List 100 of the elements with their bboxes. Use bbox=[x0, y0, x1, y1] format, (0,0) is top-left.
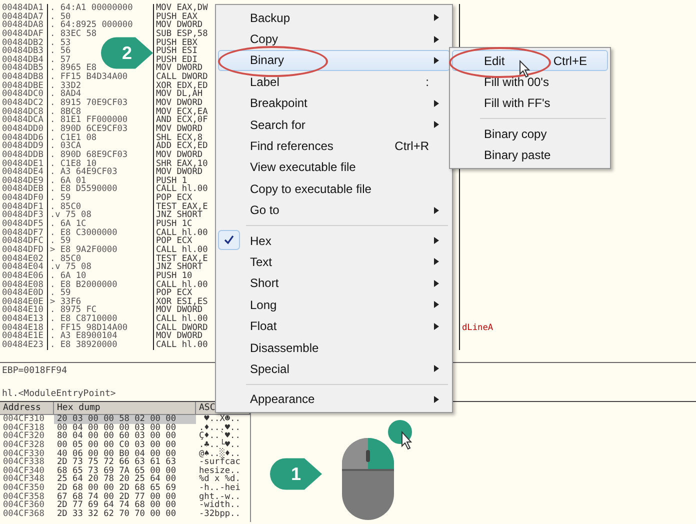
hex-cell: . 8BC8 bbox=[48, 108, 154, 116]
hex-cell-text: 2D 77 69 64 74 68 00 00 bbox=[56, 501, 177, 510]
address-cell: 00484E1E bbox=[0, 332, 48, 341]
hex-cell: . 6A 10 bbox=[48, 272, 154, 281]
submenu-arrow-icon bbox=[434, 121, 439, 128]
hex-cell: . 8AD4 bbox=[48, 90, 154, 100]
hex-cell: . 59 bbox=[48, 237, 154, 246]
address-cell-text: 004CF310 bbox=[2, 415, 46, 424]
address-cell-text: 004CF318 bbox=[2, 424, 46, 432]
address-cell-text: 004CF350 bbox=[2, 484, 46, 493]
address-cell: 00484DB4 bbox=[0, 56, 48, 64]
address-cell-text: 004CF328 bbox=[2, 440, 46, 450]
hex-cell: . 8915 70E9CF03 bbox=[48, 99, 154, 108]
submenu-arrow-icon bbox=[434, 396, 439, 403]
address-cell-text: 004CF338 bbox=[2, 458, 46, 467]
address-cell: 00484DFD bbox=[0, 246, 48, 255]
hex-cell-text: 2D 73 75 72 66 63 61 63 bbox=[56, 458, 177, 467]
address-cell: 00484E18 bbox=[0, 324, 48, 332]
hex-cell: > 33F6 bbox=[48, 298, 154, 306]
ascii-cell-text: -width.. bbox=[198, 501, 242, 510]
address-cell: 00484DE4 bbox=[0, 168, 48, 177]
location-text: hl.<ModuleEntryPoint> bbox=[2, 389, 116, 399]
hex-cell-text: 00 05 00 00 C0 03 00 00 bbox=[56, 440, 177, 450]
ascii-cell-text: @♠..░♦.. bbox=[198, 450, 242, 458]
address-cell: 00484DA7 bbox=[0, 12, 48, 22]
hex-cell: . C1E8 10 bbox=[48, 160, 154, 168]
hex-cell: . FF15 98D14A00 bbox=[48, 324, 154, 332]
hex-cell-text: 2D 68 00 00 2D 68 65 69 bbox=[56, 484, 177, 493]
menu-item[interactable]: Special bbox=[218, 358, 450, 380]
column-header[interactable]: Hex dump bbox=[54, 402, 196, 414]
address-cell: 00484DA8 bbox=[0, 21, 48, 30]
column-header[interactable]: Address bbox=[0, 402, 54, 414]
submenu-arrow-icon bbox=[434, 365, 439, 372]
ascii-cell-text: .♦...♥.. bbox=[198, 424, 242, 432]
ascii-cell-text: %d x %d. bbox=[198, 475, 242, 484]
ascii-cell-text: hesize.. bbox=[198, 466, 242, 476]
submenu-arrow-icon bbox=[434, 206, 439, 214]
hex-cell-text: 2D 33 32 62 70 70 00 00 bbox=[56, 510, 177, 519]
address-cell: 00484DFC bbox=[0, 237, 48, 246]
hex-cell: . 85C0 bbox=[48, 254, 154, 264]
address-cell: 00484DD0 bbox=[0, 124, 48, 134]
step-callout: 2 bbox=[101, 37, 153, 69]
address-cell: 00484DC8 bbox=[0, 108, 48, 116]
address-cell: 00484E10 bbox=[0, 306, 48, 316]
hex-cell-text: 68 65 73 69 7A 65 00 00 bbox=[56, 466, 177, 476]
ascii-cell-text: -32bpp.. bbox=[198, 510, 242, 519]
address-cell: 00484E0D bbox=[0, 289, 48, 298]
address-cell: 00484DB3 bbox=[0, 47, 48, 56]
hex-cell: . A3 E8900104 bbox=[48, 332, 154, 341]
address-cell: 00484E23 bbox=[0, 340, 48, 350]
address-cell-text: 004CF348 bbox=[2, 475, 46, 484]
address-cell-text: 004CF360 bbox=[2, 501, 46, 510]
cursor-icon bbox=[519, 60, 531, 78]
hex-cell: . 85C0 bbox=[48, 202, 154, 212]
hex-cell: . E8 B2000000 bbox=[48, 280, 154, 290]
submenu-arrow-icon bbox=[434, 36, 439, 43]
register-text: EBP=0018FF94 bbox=[2, 366, 68, 376]
ascii-cell-text: -h..-hei bbox=[198, 484, 242, 493]
submenu-arrow-icon bbox=[434, 258, 439, 266]
address-cell: 00484DF3 bbox=[0, 211, 48, 220]
comment-cell-text: dLineA bbox=[461, 324, 494, 332]
hex-cell: 20 03 00 00 58 02 00 00 bbox=[54, 415, 196, 424]
hex-cell: . 03CA bbox=[48, 142, 154, 151]
hex-cell: .v 75 08 bbox=[48, 263, 154, 272]
menu-item[interactable]: Edit Ctrl+E bbox=[452, 50, 608, 72]
submenu-arrow-icon bbox=[434, 280, 439, 287]
address-cell: 00484DEB bbox=[0, 185, 48, 194]
hex-cell: .v 75 08 bbox=[48, 211, 154, 220]
hex-cell: . FF15 B4D34A00 bbox=[48, 73, 154, 82]
hex-cell: . 890D 68E9CF03 bbox=[48, 150, 154, 160]
hex-cell-text: 80 04 00 00 60 03 00 00 bbox=[56, 432, 177, 441]
address-cell: 00484DE1 bbox=[0, 160, 48, 168]
address-cell: 00484DB2 bbox=[0, 38, 48, 48]
address-cell: 00484DF1 bbox=[0, 202, 48, 212]
menu-item[interactable]: Binary bbox=[218, 50, 450, 72]
submenu-arrow-icon bbox=[434, 322, 439, 330]
submenu-arrow-icon bbox=[434, 301, 439, 308]
address-cell: 00484E08 bbox=[0, 280, 48, 290]
hex-cell: . 64:A1 00000000 bbox=[48, 4, 154, 13]
ascii-cell-text: ght.-w.. bbox=[198, 492, 242, 502]
submenu-arrow-icon bbox=[434, 100, 439, 107]
address-cell: 00484E06 bbox=[0, 272, 48, 281]
ascii-cell-text: Ç♦..`♥.. bbox=[198, 432, 242, 441]
address-cell: 00484DA1 bbox=[0, 4, 48, 13]
address-cell: 00484DAF bbox=[0, 30, 48, 39]
submenu-arrow-icon bbox=[434, 56, 439, 64]
hex-cell: . 890D 6CE9CF03 bbox=[48, 124, 154, 134]
submenu-arrow-icon bbox=[434, 14, 439, 22]
address-cell-text: 004CF340 bbox=[2, 466, 46, 476]
hex-cell-text: 25 64 20 78 20 25 64 00 bbox=[56, 475, 177, 484]
hex-cell-text: 67 68 74 00 2D 77 00 00 bbox=[56, 492, 177, 502]
address-cell-text: 004CF358 bbox=[2, 492, 46, 502]
hex-cell: . E8 D5590000 bbox=[48, 185, 154, 194]
ascii-cell-text: -surfcac bbox=[198, 458, 242, 467]
menu-item[interactable]: Appearance bbox=[218, 388, 450, 410]
address-cell: 00484DD9 bbox=[0, 142, 48, 151]
hex-cell: . E8 38920000 bbox=[48, 340, 154, 350]
address-cell: 00484DB5 bbox=[0, 64, 48, 74]
hex-cell: . C1E1 08 bbox=[48, 134, 154, 142]
submenu-arrow-icon bbox=[434, 237, 439, 244]
